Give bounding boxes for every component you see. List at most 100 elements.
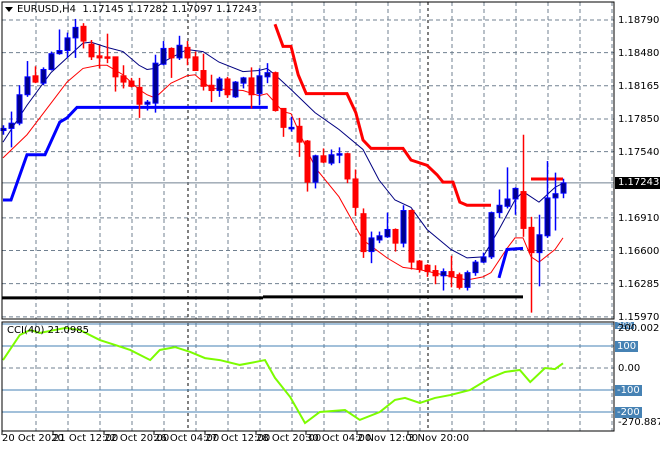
bull-candle <box>480 256 487 263</box>
symbol: EURUSD,H4 <box>17 4 77 15</box>
bull-candle <box>496 204 503 214</box>
indicator-overlays <box>2 23 564 300</box>
cci-max-label: 200.0023 <box>618 323 660 334</box>
bear-candle <box>280 107 287 128</box>
bull-candle <box>288 126 295 130</box>
ohlc-close: 1.17243 <box>216 4 258 15</box>
bull-candle <box>560 182 567 194</box>
bear-candle <box>224 78 231 96</box>
cci-panel <box>2 323 614 425</box>
bear-candle <box>408 210 415 263</box>
bull-candle <box>504 198 511 207</box>
bull-candle <box>384 228 391 238</box>
ma-fast-line <box>2 41 564 259</box>
bull-candle <box>464 272 471 288</box>
bull-candle <box>152 62 159 104</box>
cci-zero-label: 0.00 <box>618 363 641 374</box>
chart-canvas <box>0 1 615 435</box>
current-price-label: 1.17243 <box>615 177 660 189</box>
bull-candle <box>400 210 407 244</box>
bear-candle <box>424 264 431 273</box>
price-label: 1.17850 <box>618 114 660 125</box>
bull-candle <box>440 271 447 277</box>
time-label: 3 Nov 20:00 <box>408 433 470 444</box>
bear-candle <box>96 55 103 59</box>
price-label: 1.16910 <box>618 213 660 224</box>
bear-candle <box>360 213 367 253</box>
bull-candle <box>376 235 383 241</box>
bear-candle <box>456 274 463 288</box>
bull-candle <box>328 154 335 164</box>
price-label: 1.18165 <box>618 81 660 92</box>
price-label: 1.18480 <box>618 48 660 59</box>
bull-candle <box>64 37 71 52</box>
bear-candle <box>104 56 111 59</box>
bear-candle <box>416 260 423 270</box>
ohlc-low: 1.17097 <box>171 4 213 15</box>
bear-candle <box>192 56 199 72</box>
bear-candle <box>528 226 535 254</box>
bull-candle <box>8 122 15 129</box>
bear-candle <box>208 84 215 92</box>
ohlc-open: 1.17145 <box>82 4 124 15</box>
bull-candle <box>536 234 543 254</box>
bear-candle <box>32 75 39 83</box>
bear-candle <box>184 46 191 59</box>
bull-candle <box>512 187 519 200</box>
bull-candle <box>160 47 167 65</box>
candles <box>0 18 567 313</box>
cci-level-minus100: -100 <box>615 385 642 396</box>
bear-candle <box>272 72 279 112</box>
bear-candle <box>136 86 143 105</box>
bull-candle <box>336 153 343 156</box>
cci-panel-border <box>1 321 615 432</box>
bull-candle <box>368 237 375 253</box>
cci-line <box>2 326 564 425</box>
bull-candle <box>72 26 79 39</box>
bear-candle <box>200 70 207 87</box>
bull-candle <box>24 76 31 96</box>
bear-candle <box>168 47 175 59</box>
bull-candle <box>264 72 271 78</box>
bull-candle <box>472 261 479 274</box>
bear-candle <box>520 191 527 229</box>
bull-candle <box>16 94 23 124</box>
bull-candle <box>488 212 495 258</box>
bear-candle <box>432 270 439 277</box>
bull-candle <box>48 53 55 70</box>
price-label: 1.17540 <box>618 147 660 158</box>
bear-candle <box>392 228 399 244</box>
cci-title: CCI(40) 21.0985 <box>7 325 89 336</box>
bull-candle <box>312 155 319 183</box>
bull-candle <box>216 78 223 92</box>
price-label: 1.16285 <box>618 279 660 290</box>
ma-slow-line <box>2 64 564 281</box>
price-label: 1.16600 <box>618 246 660 257</box>
bear-candle <box>344 153 351 180</box>
stop-up-line <box>497 246 524 279</box>
bear-candle <box>448 271 455 278</box>
bear-candle <box>120 75 127 83</box>
bull-candle <box>40 68 47 84</box>
bear-candle <box>352 178 359 208</box>
bear-candle <box>112 56 119 78</box>
price-label: 1.18790 <box>618 15 660 26</box>
cci-min-label: -270.8875 <box>618 417 660 428</box>
bear-candle <box>296 125 303 143</box>
ohlc-high: 1.17282 <box>126 4 169 15</box>
bull-candle <box>176 44 183 59</box>
bear-candle <box>248 77 255 96</box>
bear-candle <box>304 140 311 183</box>
bull-candle <box>56 50 63 55</box>
bull-candle <box>552 193 559 199</box>
bear-candle <box>128 80 135 87</box>
bull-candle <box>232 81 239 98</box>
dropdown-triangle-icon[interactable] <box>5 6 13 12</box>
bull-candle <box>240 77 247 84</box>
bear-candle <box>88 43 95 58</box>
bear-candle <box>80 25 87 42</box>
bull-candle <box>144 101 151 105</box>
chart-header[interactable]: EURUSD,H4 1.17145 1.17282 1.17097 1.1724… <box>5 4 257 15</box>
bull-candle <box>544 197 551 237</box>
cci-level-100: 100 <box>615 341 639 352</box>
